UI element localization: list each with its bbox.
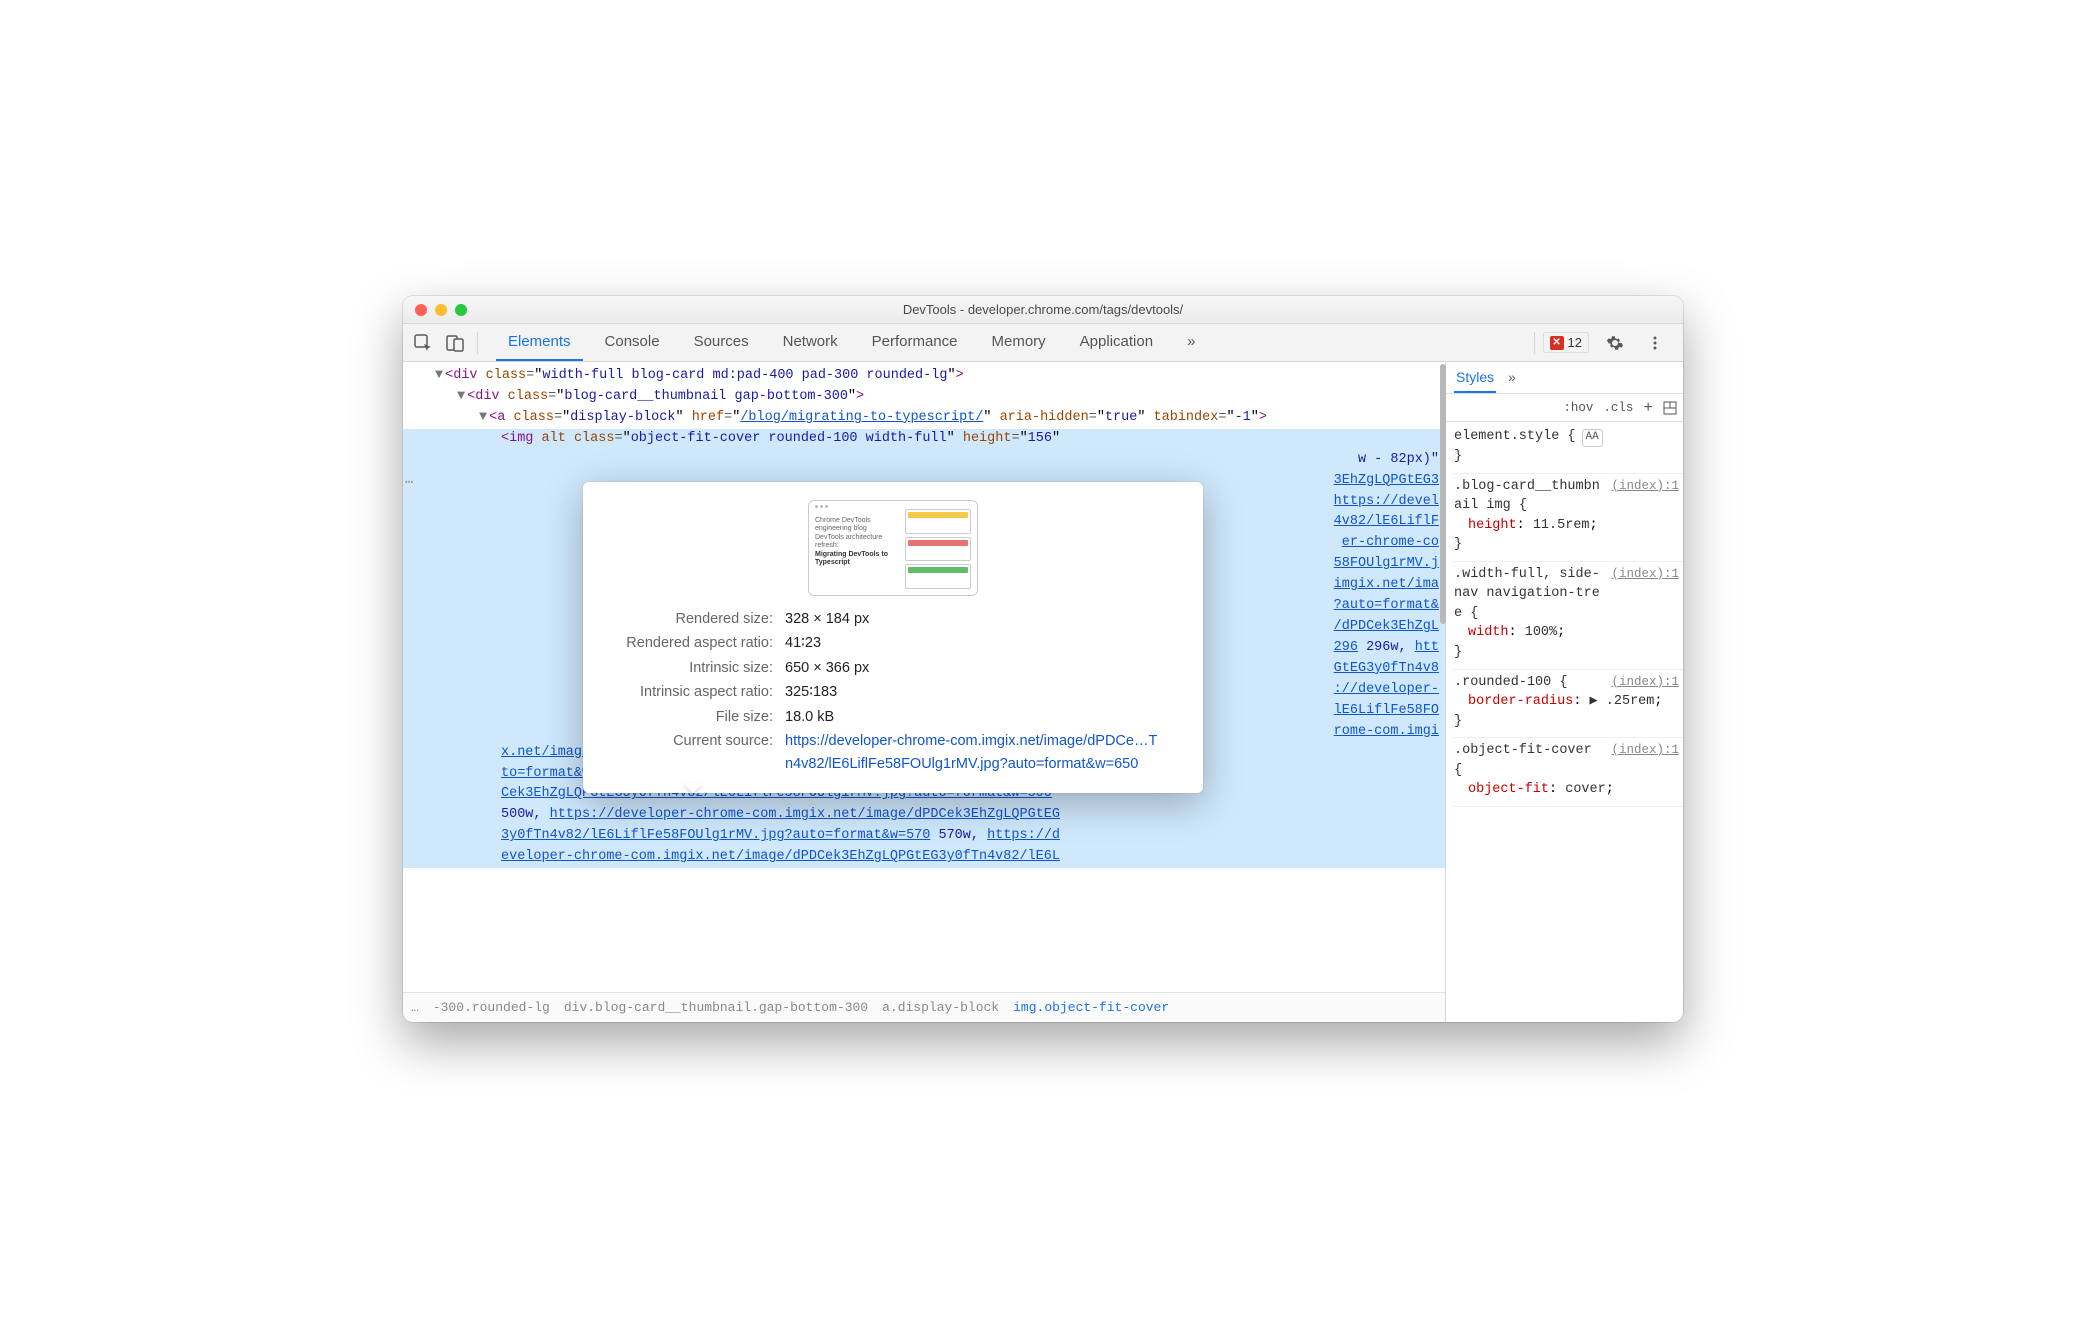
tooltip-thumbnail: Chrome DevTools engineering blog DevTool… xyxy=(808,500,978,596)
toolbar: Elements Console Sources Network Perform… xyxy=(403,324,1683,362)
thumb-main: Migrating DevTools to Typescript xyxy=(815,551,888,566)
dom-node[interactable]: ▼<div class="blog-card__thumbnail gap-bo… xyxy=(413,387,1439,408)
hov-button[interactable]: :hov xyxy=(1563,401,1593,415)
tab-memory[interactable]: Memory xyxy=(980,324,1058,361)
tooltip-row: Current source:https://developer-chrome-… xyxy=(605,730,1181,775)
dom-node[interactable]: ▼<a class="display-block" href="/blog/mi… xyxy=(413,408,1439,429)
tooltip-row: File size:18.0 kB xyxy=(605,706,1181,728)
styles-tab-more-icon[interactable]: » xyxy=(1508,370,1516,385)
toolbar-right: ✕ 12 xyxy=(1543,329,1677,357)
style-rule[interactable]: element.style {AA} xyxy=(1452,424,1683,474)
devtools-window: DevTools - developer.chrome.com/tags/dev… xyxy=(403,296,1683,1022)
close-icon[interactable] xyxy=(415,304,427,316)
cls-button[interactable]: .cls xyxy=(1603,401,1633,415)
traffic-lights xyxy=(403,304,467,316)
rule-source[interactable]: (index):1 xyxy=(1607,477,1679,495)
error-icon: ✕ xyxy=(1550,336,1564,350)
rule-source[interactable]: (index):1 xyxy=(1607,565,1679,583)
breadcrumb-more[interactable]: … xyxy=(411,1000,419,1015)
panel-body: ⋯ ▼<div class="width-full blog-card md:p… xyxy=(403,362,1683,1022)
style-rule[interactable]: .rounded-100 {(index):1border-radius: ▶ … xyxy=(1452,670,1683,739)
styles-toolbar: :hov .cls + xyxy=(1446,394,1683,422)
window-titlebar: DevTools - developer.chrome.com/tags/dev… xyxy=(403,296,1683,324)
tooltip-row: Intrinsic aspect ratio:325∶183 xyxy=(605,681,1181,703)
breadcrumb-item[interactable]: div.blog-card__thumbnail.gap-bottom-300 xyxy=(564,1000,868,1015)
style-rule[interactable]: .blog-card__thumbnail img {(index):1heig… xyxy=(1452,474,1683,562)
tab-performance[interactable]: Performance xyxy=(860,324,970,361)
dom-node-selected: <img alt class="object-fit-cover rounded… xyxy=(413,429,1439,450)
breadcrumb-item-selected[interactable]: img.object-fit-cover xyxy=(1013,1000,1169,1015)
scrollbar[interactable] xyxy=(1440,364,1446,624)
new-rule-icon[interactable]: + xyxy=(1643,399,1653,417)
tab-network[interactable]: Network xyxy=(771,324,850,361)
style-rule[interactable]: .object-fit-cover {(index):1object-fit: … xyxy=(1452,738,1683,807)
settings-icon[interactable] xyxy=(1601,329,1629,357)
declaration[interactable]: object-fit: cover; xyxy=(1454,780,1679,800)
tab-elements[interactable]: Elements xyxy=(496,324,583,361)
styles-tab[interactable]: Styles xyxy=(1454,363,1496,393)
device-toggle-icon[interactable] xyxy=(441,329,469,357)
font-size-icon[interactable]: AA xyxy=(1582,429,1603,447)
rule-source[interactable]: (index):1 xyxy=(1607,673,1679,691)
separator xyxy=(1534,332,1535,354)
error-badge[interactable]: ✕ 12 xyxy=(1543,332,1589,353)
declaration[interactable]: height: 11.5rem; xyxy=(1454,516,1679,536)
styles-list: element.style {AA}.blog-card__thumbnail … xyxy=(1446,422,1683,1022)
dom-tree[interactable]: ⋯ ▼<div class="width-full blog-card md:p… xyxy=(403,362,1445,992)
rule-source[interactable]: (index):1 xyxy=(1607,741,1679,759)
declaration[interactable]: border-radius: ▶ .25rem; xyxy=(1454,692,1679,712)
tab-more-icon[interactable]: » xyxy=(1175,324,1207,361)
tab-application[interactable]: Application xyxy=(1068,324,1165,361)
tooltip-row: Rendered aspect ratio:41∶23 xyxy=(605,632,1181,654)
styles-panel: Styles » :hov .cls + element.style {AA}.… xyxy=(1445,362,1683,1022)
inspect-element-icon[interactable] xyxy=(409,329,437,357)
window-title: DevTools - developer.chrome.com/tags/dev… xyxy=(403,302,1683,317)
tooltip-row: Rendered size:328 × 184 px xyxy=(605,608,1181,630)
error-count: 12 xyxy=(1568,335,1582,350)
image-hover-tooltip: Chrome DevTools engineering blog DevTool… xyxy=(583,482,1203,793)
maximize-icon[interactable] xyxy=(455,304,467,316)
tooltip-row: Intrinsic size:650 × 366 px xyxy=(605,657,1181,679)
elements-panel: ⋯ ▼<div class="width-full blog-card md:p… xyxy=(403,362,1445,1022)
minimize-icon[interactable] xyxy=(435,304,447,316)
breadcrumb-item[interactable]: a.display-block xyxy=(882,1000,999,1015)
tab-console[interactable]: Console xyxy=(593,324,672,361)
kebab-menu-icon[interactable] xyxy=(1641,329,1669,357)
thumb-sub: DevTools architecture refresh: xyxy=(815,534,899,551)
tab-sources[interactable]: Sources xyxy=(682,324,761,361)
dom-node[interactable]: ▼<div class="width-full blog-card md:pad… xyxy=(413,366,1439,387)
thumb-title: Chrome DevTools engineering blog xyxy=(815,517,899,534)
breadcrumb: … -300.rounded-lg div.blog-card__thumbna… xyxy=(403,992,1445,1022)
styles-tabs: Styles » xyxy=(1446,362,1683,394)
style-rule[interactable]: .width-full, side-nav navigation-tree {(… xyxy=(1452,562,1683,670)
declaration[interactable]: width: 100%; xyxy=(1454,623,1679,643)
separator xyxy=(477,332,478,354)
breadcrumb-item[interactable]: -300.rounded-lg xyxy=(433,1000,550,1015)
layout-icon[interactable] xyxy=(1663,401,1677,415)
tab-strip: Elements Console Sources Network Perform… xyxy=(496,324,1526,361)
gutter-ellipsis-icon: ⋯ xyxy=(405,474,414,495)
